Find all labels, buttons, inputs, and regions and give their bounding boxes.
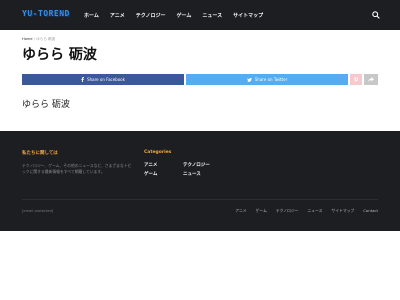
nav-item-technology[interactable]: テクノロジー [136, 12, 166, 19]
twitter-icon [246, 77, 252, 82]
top-navigation-bar: YU-TOREND ホーム アニメ テクノロジー ゲーム ニュース サイトマップ [0, 0, 400, 30]
share-pinterest-button[interactable] [350, 74, 362, 85]
share-more-button[interactable] [364, 74, 378, 85]
article-body: ゆらら 砺波 [22, 100, 70, 110]
footer-divider [22, 199, 378, 200]
page-title: ゆらら 砺波 [22, 47, 97, 63]
search-icon[interactable] [372, 11, 380, 19]
footer-link-game[interactable]: ゲーム [256, 208, 267, 214]
footer-link-news[interactable]: ニュース [307, 208, 322, 214]
footer-category-game[interactable]: ゲーム [144, 171, 157, 177]
main-nav: ホーム アニメ テクノロジー ゲーム ニュース サイトマップ [84, 0, 274, 30]
footer-links: アニメ ゲーム テクノロジー ニュース サイトマップ Contact [226, 208, 378, 214]
nav-item-news[interactable]: ニュース [202, 12, 222, 19]
nav-item-game[interactable]: ゲーム [176, 12, 191, 19]
nav-item-sitemap[interactable]: サイトマップ [233, 12, 263, 19]
breadcrumb-current: ゆらら 砺波 [36, 37, 56, 41]
breadcrumb-home-link[interactable]: Home [22, 37, 33, 41]
footer-link-anime[interactable]: アニメ [235, 208, 246, 214]
nav-item-home[interactable]: ホーム [84, 12, 99, 19]
share-arrow-icon [368, 77, 374, 82]
nav-item-anime[interactable]: アニメ [110, 12, 125, 19]
breadcrumb-separator: / [33, 37, 35, 41]
footer-link-technology[interactable]: テクノロジー [276, 208, 299, 214]
footer-link-contact[interactable]: Contact [363, 208, 378, 214]
footer-about-title: 私たちに関しては [22, 151, 58, 156]
footer-category-news[interactable]: ニュース [183, 171, 201, 177]
share-twitter-button[interactable]: Share on Twitter [186, 74, 348, 85]
pinterest-icon [354, 77, 358, 82]
facebook-icon [81, 77, 85, 82]
share-facebook-label: Share on Facebook [87, 77, 125, 82]
footer-contact-email[interactable]: [email protected] [22, 209, 53, 213]
footer-category-anime[interactable]: アニメ [144, 162, 157, 168]
site-footer [0, 131, 400, 231]
footer-category-technology[interactable]: テクノロジー [183, 162, 210, 168]
footer-link-sitemap[interactable]: サイトマップ [331, 208, 354, 214]
footer-about-text: テクノロジー、ゲーム、その他のニュースなど、さまざまなトピックに関する最新情報を… [22, 163, 132, 175]
breadcrumb: Home / ゆらら 砺波 [22, 37, 55, 42]
footer-categories-title: Categories [144, 150, 172, 155]
share-twitter-label: Share on Twitter [254, 77, 288, 82]
site-logo[interactable]: YU-TOREND [22, 9, 70, 18]
share-facebook-button[interactable]: Share on Facebook [22, 74, 184, 85]
